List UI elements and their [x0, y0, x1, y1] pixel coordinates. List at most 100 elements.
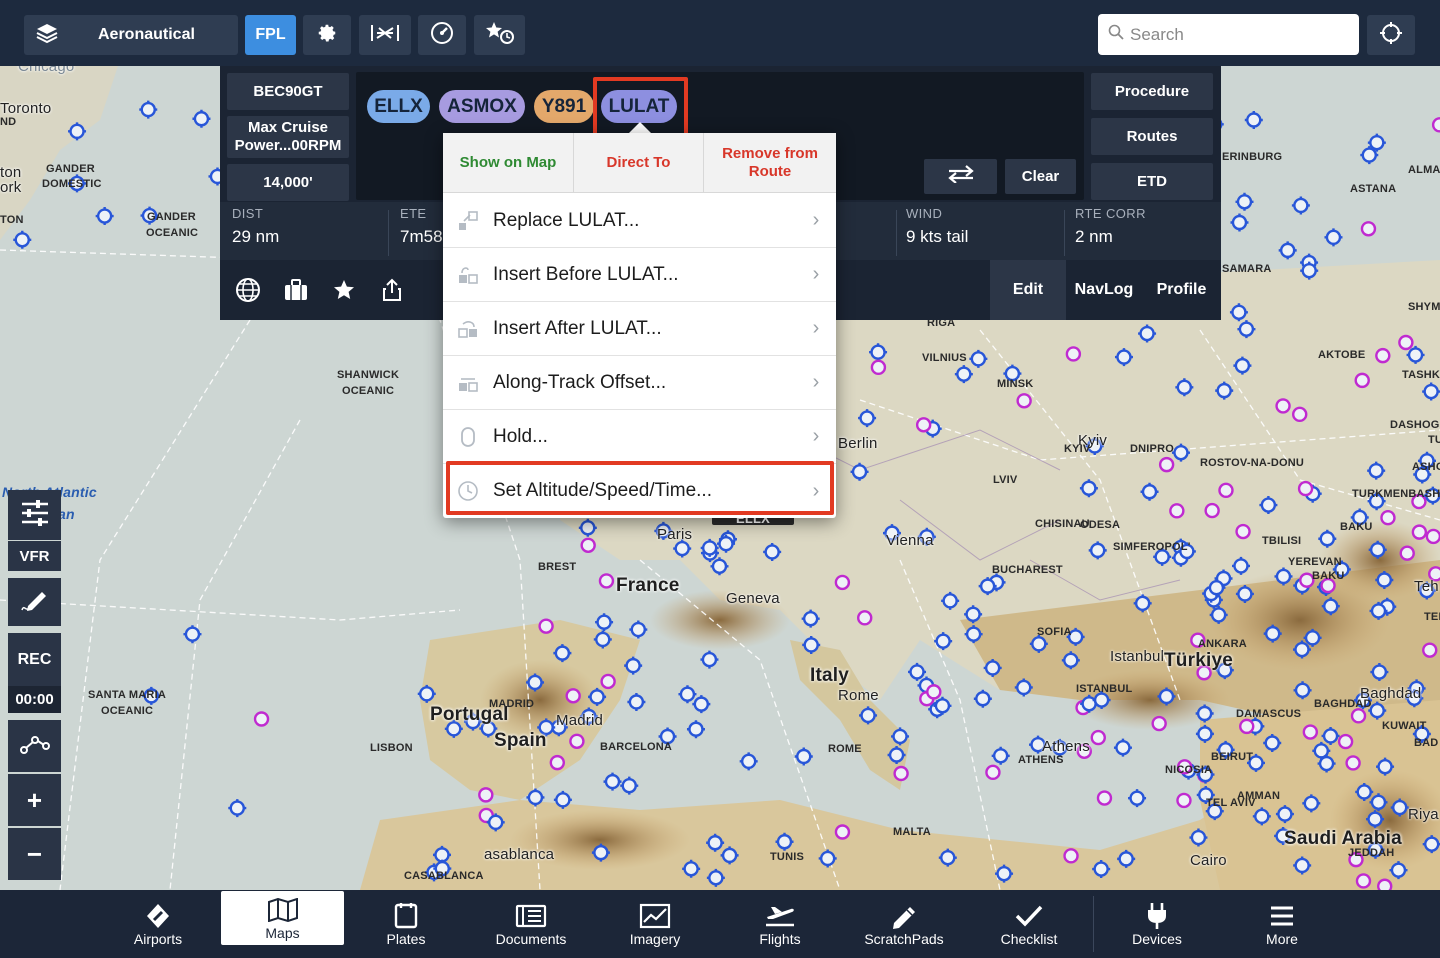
airport-symbol[interactable] [1380, 509, 1396, 526]
altitude-button[interactable]: 14,000' [227, 164, 349, 201]
route-tool-button[interactable] [8, 720, 61, 772]
airport-symbol[interactable] [1292, 406, 1308, 423]
airport-symbol[interactable] [1354, 372, 1370, 389]
airport-symbol[interactable] [1431, 117, 1440, 133]
gauge-button[interactable] [418, 15, 466, 55]
airport-symbol[interactable] [1355, 873, 1372, 889]
airport-symbol[interactable] [1375, 347, 1391, 364]
waypoint-chip-selected[interactable]: LULAT [601, 90, 677, 123]
airport-symbol[interactable] [1176, 792, 1192, 809]
tab-plates[interactable]: Plates [344, 890, 468, 958]
airport-symbol[interactable] [893, 765, 909, 782]
briefcase-icon[interactable] [281, 276, 311, 304]
tab-more[interactable]: More [1220, 890, 1344, 958]
tab-documents[interactable]: Documents [469, 890, 593, 958]
show-on-map-button[interactable]: Show on Map [443, 133, 574, 193]
clear-button[interactable]: Clear [1005, 159, 1076, 194]
zoom-in-button[interactable]: + [8, 774, 61, 826]
menu-item-insert-before[interactable]: Insert Before LULAT... › [443, 248, 836, 302]
waypoint-chip[interactable]: ELLX [367, 90, 430, 123]
airport-symbol[interactable] [1235, 523, 1251, 540]
airport-symbol[interactable] [834, 574, 851, 591]
etd-button[interactable]: ETD [1091, 163, 1213, 200]
aircraft-button[interactable]: BEC90GT [227, 73, 349, 110]
tab-devices[interactable]: Devices [1095, 890, 1219, 958]
airport-symbol[interactable] [253, 711, 270, 727]
tab-flights[interactable]: Flights [718, 890, 842, 958]
remove-from-route-button[interactable]: Remove from Route [704, 133, 836, 193]
airport-symbol[interactable] [1350, 708, 1367, 724]
airport-symbol[interactable] [1016, 393, 1032, 409]
airport-symbol[interactable] [580, 537, 596, 553]
airport-symbol[interactable] [1151, 715, 1167, 732]
menu-item-hold[interactable]: Hold... › [443, 410, 836, 464]
tab-airports[interactable]: Airports [96, 890, 220, 958]
zoom-out-button[interactable]: − [8, 828, 61, 880]
menu-item-insert-after[interactable]: Insert After LULAT... › [443, 302, 836, 356]
direct-to-button[interactable]: Direct To [574, 133, 704, 193]
airport-symbol[interactable] [1302, 724, 1319, 740]
airport-symbol[interactable] [1096, 790, 1113, 806]
menu-item-replace[interactable]: Replace LULAT... › [443, 194, 836, 248]
airport-symbol[interactable] [870, 359, 887, 376]
airport-symbol[interactable] [1239, 718, 1255, 735]
procedure-button[interactable]: Procedure [1091, 73, 1213, 110]
airport-symbol[interactable] [1425, 528, 1440, 545]
airport-symbol[interactable] [1337, 733, 1354, 750]
airport-symbol[interactable] [478, 787, 494, 803]
airport-symbol[interactable] [985, 764, 1001, 781]
routes-button[interactable]: Routes [1091, 118, 1213, 155]
map-settings-button[interactable] [8, 490, 61, 540]
airport-symbol[interactable] [1297, 480, 1314, 497]
waypoint-chip[interactable]: Y891 [534, 90, 594, 123]
menu-item-set-altitude-speed-time[interactable]: Set Altitude/Speed/Time... › [443, 464, 836, 518]
recents-button[interactable] [474, 15, 525, 55]
instrument-button[interactable] [359, 15, 411, 55]
tab-profile[interactable]: Profile [1142, 260, 1221, 320]
waypoint-chip[interactable]: ASMOX [439, 90, 525, 123]
tab-maps[interactable]: Maps [221, 891, 344, 945]
airport-symbol[interactable] [1377, 878, 1393, 890]
airport-symbol[interactable] [1345, 755, 1361, 771]
airport-symbol[interactable] [569, 733, 585, 750]
airport-symbol[interactable] [1204, 502, 1220, 519]
airport-symbol[interactable] [1065, 346, 1082, 362]
airport-symbol[interactable] [565, 688, 581, 704]
tab-edit[interactable]: Edit [990, 260, 1066, 320]
airport-symbol[interactable] [1275, 398, 1291, 414]
airport-symbol[interactable] [1411, 524, 1428, 540]
globe-icon[interactable] [233, 276, 263, 304]
tab-checklist[interactable]: Checklist [967, 890, 1091, 958]
fpl-button[interactable]: FPL [245, 15, 296, 55]
airport-symbol[interactable] [1090, 729, 1106, 746]
menu-item-along-track-offset[interactable]: Along-Track Offset... › [443, 356, 836, 410]
tab-navlog[interactable]: NavLog [1066, 260, 1142, 320]
airport-symbol[interactable] [1360, 221, 1377, 237]
share-icon[interactable] [377, 276, 407, 304]
vfr-button[interactable]: VFR [8, 541, 61, 571]
tab-imagery[interactable]: Imagery [593, 890, 717, 958]
tab-scratchpads[interactable]: ScratchPads [842, 890, 966, 958]
airport-symbol[interactable] [915, 417, 932, 433]
airport-symbol[interactable] [1169, 503, 1185, 519]
airport-symbol[interactable] [926, 684, 942, 700]
search-input[interactable]: Search [1098, 14, 1359, 55]
performance-button[interactable]: Max Cruise Power...00RPM [227, 116, 349, 158]
airport-symbol[interactable] [1158, 456, 1175, 473]
airport-symbol[interactable] [598, 573, 615, 589]
airport-symbol[interactable] [600, 673, 616, 690]
draw-button[interactable] [8, 578, 61, 626]
airport-symbol[interactable] [549, 754, 566, 771]
airport-symbol[interactable] [538, 618, 554, 634]
airport-symbol[interactable] [1422, 642, 1438, 658]
airport-symbol[interactable] [1218, 482, 1234, 499]
airport-symbol[interactable] [857, 610, 873, 626]
airport-symbol[interactable] [1063, 848, 1079, 864]
settings-button[interactable] [303, 15, 351, 55]
airport-symbol[interactable] [834, 824, 851, 840]
record-button[interactable]: REC [8, 633, 61, 686]
airport-symbol[interactable] [1398, 334, 1414, 351]
star-icon[interactable] [329, 276, 359, 304]
reverse-route-button[interactable] [924, 159, 997, 194]
layers-button[interactable]: Aeronautical [24, 15, 238, 55]
